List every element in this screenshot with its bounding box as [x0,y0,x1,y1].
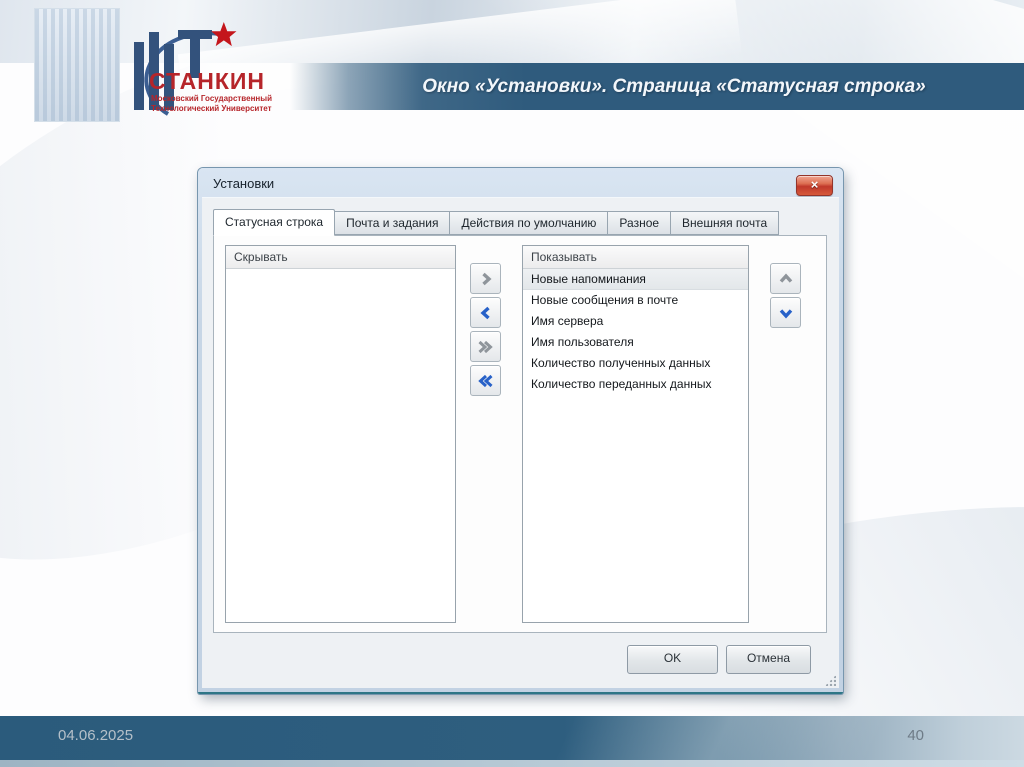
ok-button[interactable]: OK [627,645,718,674]
logo-org-line2: Технологический Университет [151,104,272,113]
show-list-item[interactable]: Имя сервера [523,311,748,332]
tab-status-bar[interactable]: Статусная строка [213,209,336,236]
presentation-slide: СТАНКИН Московский Государственный Техно… [0,0,1024,767]
tab-misc[interactable]: Разное [607,211,672,235]
dialog-title: Установки [213,176,275,191]
page-number: 40 [907,727,924,744]
show-listbox[interactable]: Показывать Новые напоминания Новые сообщ… [522,245,749,623]
show-list-item[interactable]: Количество полученных данных [523,353,748,374]
settings-dialog-window: Установки × Статусная строка Почта и зад… [198,168,843,694]
show-list-item[interactable]: Имя пользователя [523,332,748,353]
move-right-button[interactable] [470,263,501,294]
cancel-button[interactable]: Отмена [726,645,811,674]
move-up-button[interactable] [770,263,801,294]
show-list-item[interactable]: Количество переданных данных [523,374,748,395]
university-building-image [34,8,120,122]
show-list-item[interactable]: Новые сообщения в почте [523,290,748,311]
show-list-header: Показывать [523,246,748,269]
slide-title: Окно «Установки». Страница «Статусная ст… [422,75,926,97]
logo-name: СТАНКИН [149,68,266,94]
tab-mail-and-tasks[interactable]: Почта и задания [334,211,451,235]
tab-page-status-bar: Скрывать Показывать Новые напоминания Но… [213,235,827,633]
logo-organization: Московский Государственный Технологическ… [151,94,272,114]
title-banner: Окно «Установки». Страница «Статусная ст… [290,63,1024,110]
move-down-button[interactable] [770,297,801,328]
tab-default-actions[interactable]: Действия по умолчанию [449,211,609,235]
hide-listbox[interactable]: Скрывать [225,245,456,623]
move-all-left-button[interactable] [470,365,501,396]
logo-org-line1: Московский Государственный [151,94,272,103]
tab-external-mail[interactable]: Внешняя почта [670,211,780,235]
footer-bar: 04.06.2025 40 [0,716,1024,760]
show-list-item[interactable]: Новые напоминания [523,269,748,290]
footer-date: 04.06.2025 [58,727,134,744]
close-icon[interactable]: × [796,175,833,196]
dialog-tab-bar: Статусная строка Почта и задания Действи… [213,209,780,236]
move-left-button[interactable] [470,297,501,328]
hide-list-header: Скрывать [226,246,455,269]
move-all-right-button[interactable] [470,331,501,362]
footer-bottom-strip [0,760,1024,767]
chevron-down-icon [779,308,792,319]
chevron-up-icon [779,272,792,283]
double-chevron-left-icon [478,374,493,387]
chevron-left-icon [479,306,490,319]
chevron-right-icon [481,272,492,285]
double-chevron-right-icon [478,340,493,353]
